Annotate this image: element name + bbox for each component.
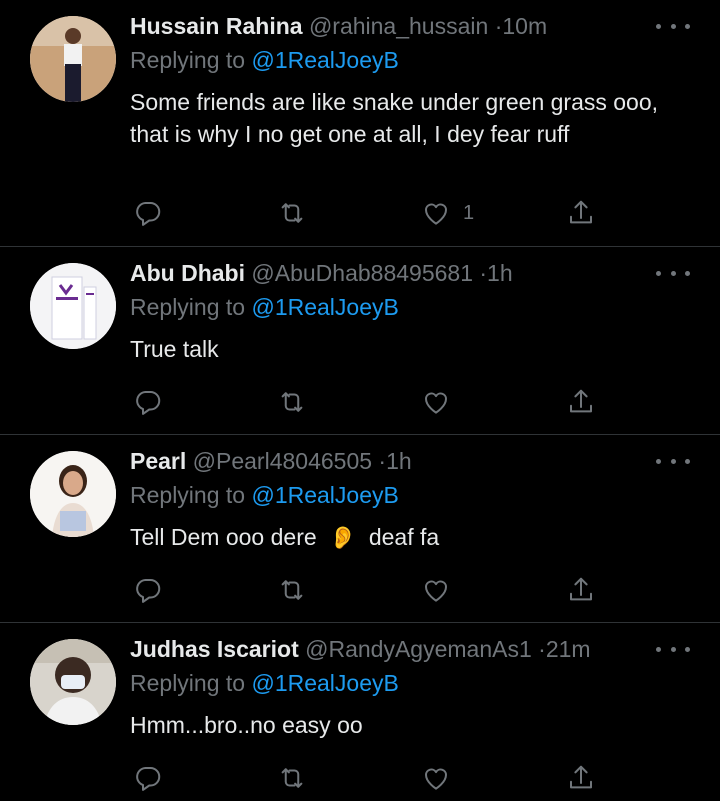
user-handle[interactable]: @Pearl48046505 [193,448,372,474]
share-icon [566,387,596,417]
share-button[interactable] [566,570,596,610]
reply-icon [133,763,163,793]
more-options-icon[interactable] [656,14,690,38]
reply-button[interactable] [133,570,163,610]
action-bar [0,758,720,798]
like-button[interactable] [421,382,451,422]
separator-dot: · [479,260,488,286]
action-bar: 1 [0,193,720,233]
woman-standing-avatar[interactable] [30,16,116,102]
reply-button[interactable] [133,758,163,798]
retweet-icon [277,763,307,793]
tweet-header: Pearl @Pearl48046505 ·1h [130,445,650,477]
replies-feed: Hussain Rahina @rahina_hussain ·10m Repl… [0,0,720,801]
tweet-text: True talk [130,336,219,362]
tweet-header: Hussain Rahina @rahina_hussain ·10m [130,10,650,42]
replying-to: Replying to @1RealJoeyB [130,479,399,511]
retweet-button[interactable] [277,570,307,610]
mention-link[interactable]: @1RealJoeyB [251,47,398,73]
tweet-text-start: Tell Dem ooo dere [130,524,317,550]
like-icon [421,763,451,793]
like-icon [421,387,451,417]
retweet-button[interactable] [277,758,307,798]
retweet-icon [277,575,307,605]
replying-to: Replying to @1RealJoeyB [130,44,399,76]
like-button[interactable] [421,758,451,798]
tweet-header: Judhas Iscariot @RandyAgyemanAs1 ·21m [130,633,650,665]
share-icon [566,575,596,605]
display-name[interactable]: Hussain Rahina [130,13,303,39]
reply-button[interactable] [133,382,163,422]
display-name[interactable]: Abu Dhabi [130,260,245,286]
timestamp[interactable]: 21m [546,636,591,662]
replying-to: Replying to @1RealJoeyB [130,667,399,699]
more-options-icon[interactable] [656,261,690,285]
timestamp[interactable]: 1h [487,260,513,286]
user-handle[interactable]: @AbuDhab88495681 [251,260,473,286]
tweet-text: Some friends are like snake under green … [130,89,659,147]
reply-icon [133,387,163,417]
reply-tweet[interactable]: Judhas Iscariot @RandyAgyemanAs1 ·21m Re… [0,623,720,801]
retweet-button[interactable] [277,382,307,422]
retweet-button[interactable] [277,193,307,233]
reply-tweet[interactable]: Pearl @Pearl48046505 ·1h Replying to @1R… [0,435,720,623]
replying-to-label: Replying to [130,294,246,320]
display-name[interactable]: Judhas Iscariot [130,636,299,662]
replying-to-label: Replying to [130,47,246,73]
like-button[interactable] [421,570,451,610]
like-icon [421,198,451,228]
share-icon [566,763,596,793]
reply-button[interactable] [133,193,163,233]
more-options-icon[interactable] [656,637,690,661]
like-icon [421,575,451,605]
ear-emoji-icon: 👂 [329,525,357,550]
display-name[interactable]: Pearl [130,448,186,474]
reply-icon [133,575,163,605]
share-button[interactable] [566,382,596,422]
user-handle[interactable]: @RandyAgyemanAs1 [305,636,532,662]
share-button[interactable] [566,758,596,798]
user-handle[interactable]: @rahina_hussain [309,13,488,39]
share-icon [566,198,596,228]
replying-to-label: Replying to [130,670,246,696]
retweet-icon [277,198,307,228]
action-bar [0,570,720,610]
replying-to: Replying to @1RealJoeyB [130,291,399,323]
timestamp[interactable]: 10m [502,13,547,39]
reply-icon [133,198,163,228]
tweet-text-end: deaf fa [368,524,440,550]
retweet-icon [277,387,307,417]
reply-tweet[interactable]: Hussain Rahina @rahina_hussain ·10m Repl… [0,0,720,247]
woman-portrait-avatar[interactable] [30,451,116,537]
timestamp[interactable]: 1h [386,448,412,474]
product-box-avatar[interactable] [30,263,116,349]
tweet-text: Hmm...bro..no easy oo [130,712,363,738]
share-button[interactable] [566,193,596,233]
tweet-text: Tell Dem ooo dere 👂 deaf fa [130,521,690,554]
separator-dot: · [378,448,387,474]
separator-dot: · [538,636,546,662]
like-count: 1 [463,201,475,224]
mention-link[interactable]: @1RealJoeyB [251,294,398,320]
man-with-face-mask-avatar[interactable] [30,639,116,725]
more-options-icon[interactable] [656,449,690,473]
tweet-header: Abu Dhabi @AbuDhab88495681 ·1h [130,257,650,289]
reply-tweet[interactable]: Abu Dhabi @AbuDhab88495681 ·1h Replying … [0,247,720,435]
replying-to-label: Replying to [130,482,246,508]
mention-link[interactable]: @1RealJoeyB [251,482,398,508]
mention-link[interactable]: @1RealJoeyB [251,670,398,696]
action-bar [0,382,720,422]
like-button[interactable]: 1 [421,193,474,233]
